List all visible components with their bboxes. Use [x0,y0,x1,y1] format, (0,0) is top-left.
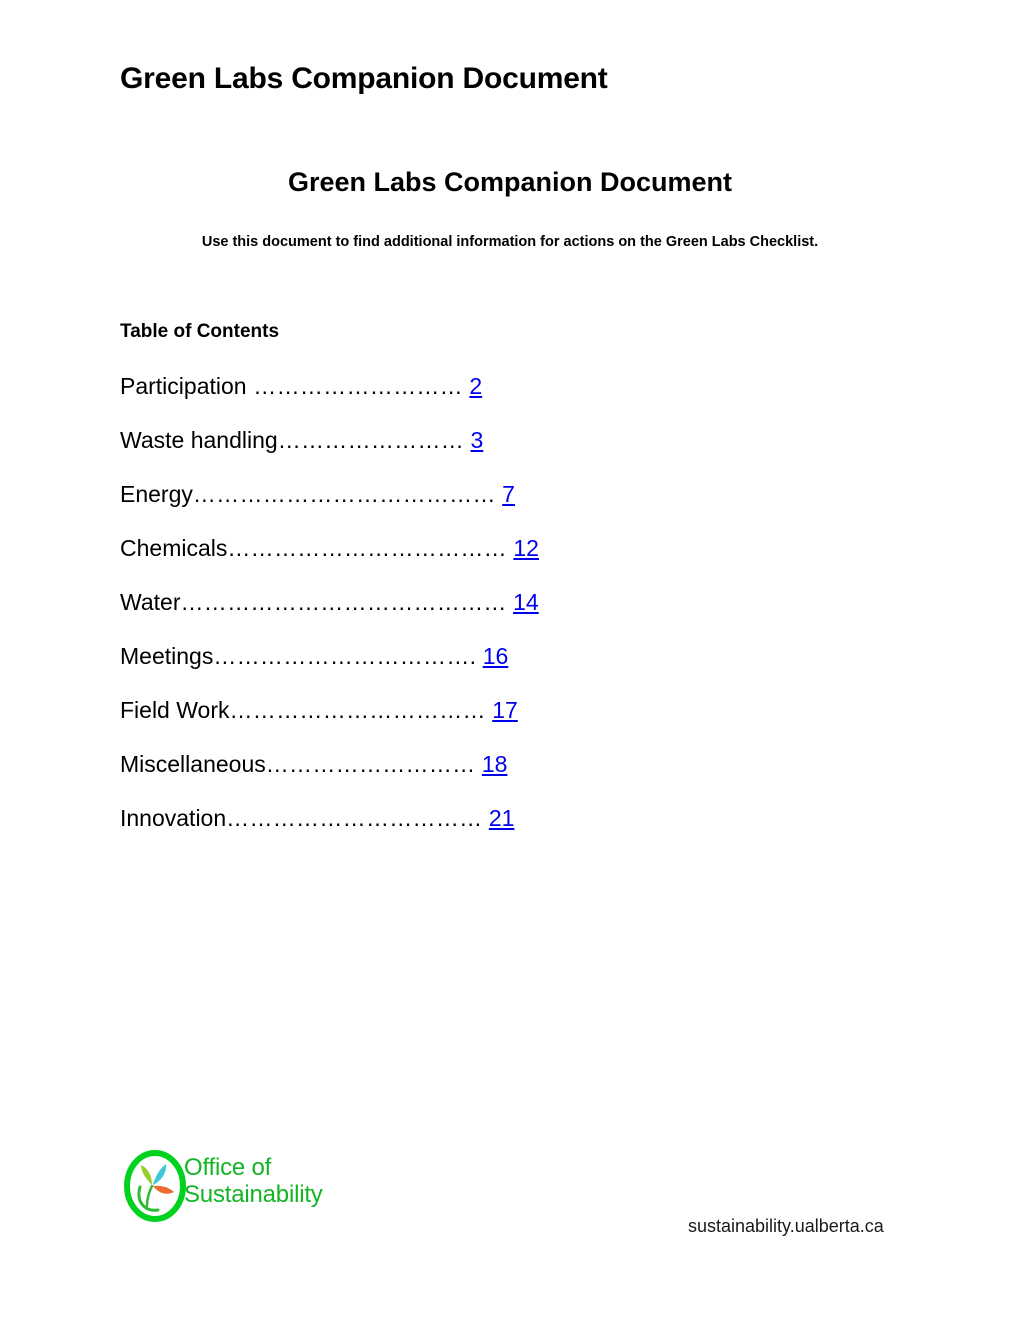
toc-entry[interactable]: Water…………………………………… 14 [120,587,540,641]
toc-entry-leader-dots: ……………………………… [227,535,507,561]
page-title: Green Labs Companion Document [287,167,733,197]
toc-entry-leader-dots: …………………… [277,427,465,453]
toc-entry[interactable]: Energy………………………………… 7 [120,479,540,533]
toc-entry-label: Miscellaneous [120,751,266,777]
document-heading: Green Labs Companion Document [120,62,608,95]
toc-entry-page-link[interactable]: 21 [489,805,515,831]
logo-line-1: Office of [184,1154,272,1181]
page-subtitle: Use this document to find additional inf… [201,234,819,250]
toc-entry-leader-dots: …………………………… [229,697,486,723]
toc-entry-label: Chemicals [120,535,228,561]
toc-entry-page-link[interactable]: 3 [470,427,483,453]
toc-entry-label: Waste handling [120,427,278,453]
toc-entry[interactable]: Miscellaneous……………………… 18 [120,749,540,803]
toc-entry[interactable]: Field Work…………………………… 17 [120,695,540,749]
toc-entry[interactable]: Innovation…………………………… 21 [120,803,540,857]
toc-entry-leader-dots: ……………………… [265,751,476,777]
office-of-sustainability-logo: Office of Sustainability [122,1149,323,1225]
toc-entry[interactable]: Participation ……………………… 2 [120,371,540,425]
toc-entry-page-link[interactable]: 12 [513,535,539,561]
toc-entry-leader-dots: …………………………………… [180,589,507,615]
toc-entry-page-link[interactable]: 16 [483,643,509,669]
toc-entry-leader-dots: ……………………… [246,373,463,399]
toc-entry-label: Innovation [120,805,227,831]
sustainability-leaf-ring-icon [122,1149,188,1223]
toc-entry[interactable]: Waste handling…………………… 3 [120,425,540,479]
toc-entry[interactable]: Chemicals……………………………… 12 [120,533,540,587]
logo-wordmark: Office of Sustainability [184,1154,324,1208]
toc-entry-page-link[interactable]: 18 [482,751,508,777]
toc-entry-page-link[interactable]: 17 [492,697,518,723]
document-page: Green Labs Companion Document Green Labs… [0,0,1020,1320]
toc-entry-label: Meetings [120,643,214,669]
toc-entry-page-link[interactable]: 2 [469,373,482,399]
footer-website-url: sustainability.ualberta.ca [688,1216,884,1236]
toc-entry-leader-dots: …………………………… [226,805,483,831]
toc-entry-label: Water [120,589,181,615]
toc-entry-leader-dots: ………………………………… [192,481,496,507]
toc-entry-page-link[interactable]: 14 [513,589,539,615]
table-of-contents-list: Participation ……………………… 2 Waste handling…… [120,371,540,857]
toc-entry-label: Field Work [120,697,230,723]
logo-line-2: Sustainability [184,1181,323,1208]
toc-entry-leader-dots: ……………………………. [213,643,477,669]
toc-entry[interactable]: Meetings……………………………. 16 [120,641,540,695]
toc-entry-page-link[interactable]: 7 [502,481,515,507]
toc-entry-label: Energy [120,481,193,507]
toc-entry-label: Participation [120,373,247,399]
table-of-contents-heading: Table of Contents [120,321,280,342]
